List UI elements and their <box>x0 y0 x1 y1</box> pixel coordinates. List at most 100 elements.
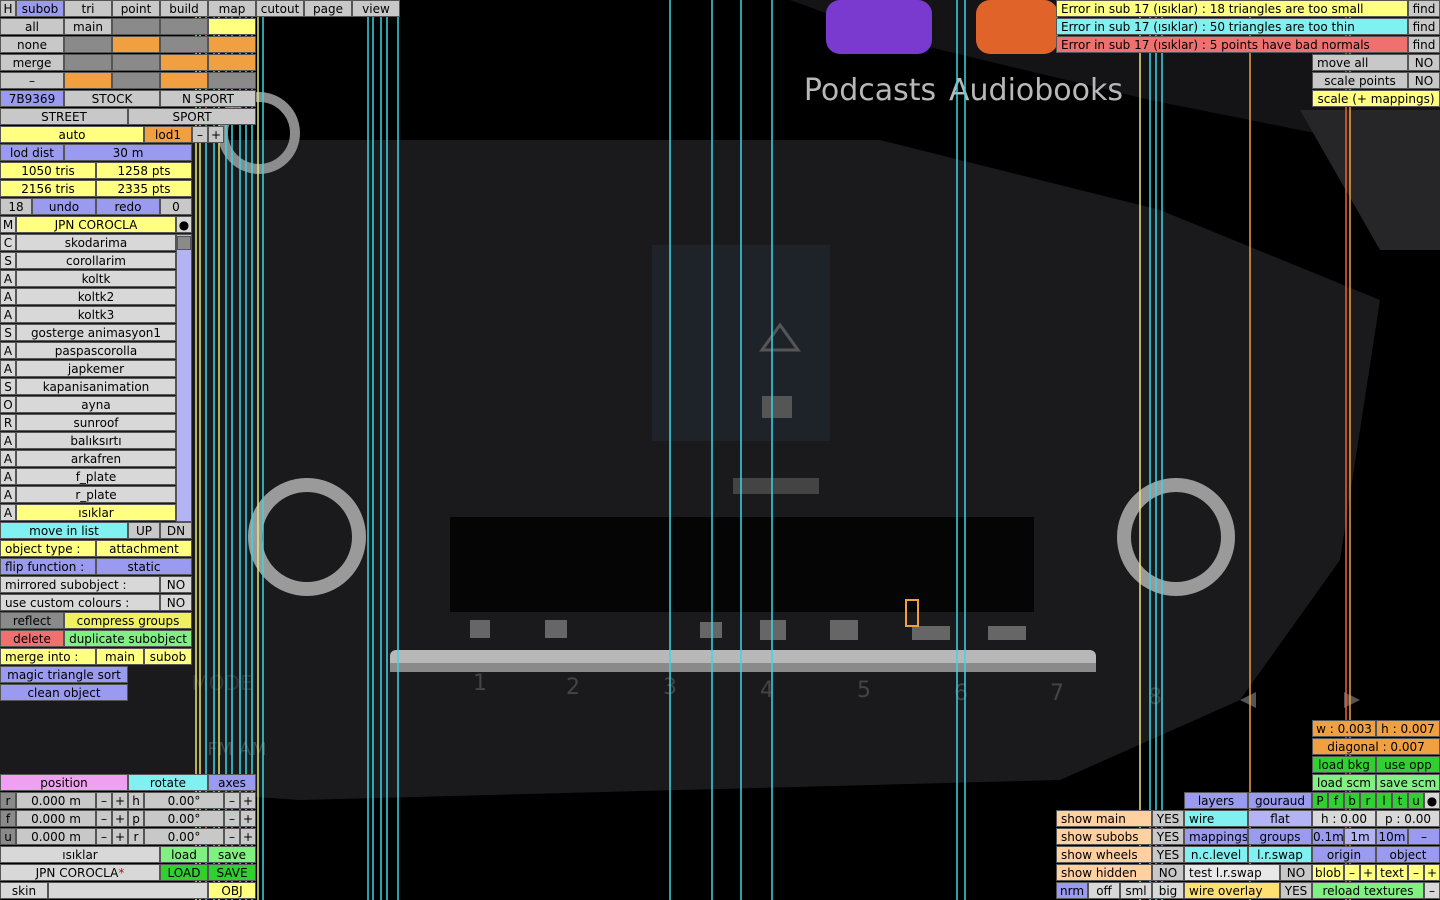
axes-button[interactable]: axes <box>208 774 256 791</box>
scale-points-toggle[interactable]: NO <box>1408 72 1440 89</box>
test-lr-swap-toggle[interactable]: NO <box>1280 864 1312 881</box>
menu-tab-subob[interactable]: subob <box>16 0 64 17</box>
view-dir-3[interactable]: r <box>1360 792 1376 809</box>
rotation-minus-button[interactable]: – <box>224 810 240 827</box>
origin-button[interactable]: origin <box>1312 846 1376 863</box>
lod-minus-button[interactable]: – <box>192 126 208 143</box>
blob-minus-button[interactable]: – <box>1344 864 1360 881</box>
menu-tab-map[interactable]: map <box>208 0 256 17</box>
color-cell[interactable] <box>208 54 256 71</box>
lod-plus-button[interactable]: + <box>208 126 224 143</box>
clean-object-button[interactable]: clean object <box>0 684 128 701</box>
menu-tab-view[interactable]: view <box>352 0 400 17</box>
test-lr-swap-button[interactable]: test l.r.swap <box>1184 864 1280 881</box>
menu-tab-page[interactable]: page <box>304 0 352 17</box>
position-plus-button[interactable]: + <box>112 828 128 845</box>
text-plus-button[interactable]: + <box>1424 864 1440 881</box>
move-up-button[interactable]: UP <box>128 522 160 539</box>
blob-button[interactable]: blob <box>1312 864 1344 881</box>
view-option-toggle[interactable]: YES <box>1152 828 1184 845</box>
list-item[interactable]: ayna <box>16 396 176 413</box>
menu-tab-build[interactable]: build <box>160 0 208 17</box>
rotation-minus-button[interactable]: – <box>224 792 240 809</box>
menu-tab-point[interactable]: point <box>112 0 160 17</box>
save-scm-button[interactable]: save scm <box>1376 774 1440 791</box>
select-merge-button[interactable]: merge <box>0 54 64 71</box>
position-plus-button[interactable]: + <box>112 792 128 809</box>
load-subobject-button[interactable]: load <box>160 846 208 863</box>
color-cell[interactable] <box>208 72 256 89</box>
gouraud-button[interactable]: gouraud <box>1248 792 1312 809</box>
list-item[interactable]: paspascorolla <box>16 342 176 359</box>
save-object-button[interactable]: SAVE <box>208 864 256 881</box>
move-all-button[interactable]: move all <box>1312 54 1408 71</box>
reflect-button[interactable]: reflect <box>0 612 64 629</box>
step-01m-button[interactable]: 0.1m <box>1312 828 1344 845</box>
blob-plus-button[interactable]: + <box>1360 864 1376 881</box>
lod-auto-button[interactable]: auto <box>0 126 144 143</box>
color-cell[interactable] <box>112 72 160 89</box>
list-item[interactable]: gosterge animasyon1 <box>16 324 176 341</box>
rotation-value[interactable]: 0.00° <box>144 828 224 845</box>
reload-textures-button[interactable]: reload textures <box>1312 882 1424 899</box>
position-minus-button[interactable]: – <box>96 828 112 845</box>
sport-button[interactable]: SPORT <box>128 108 256 125</box>
list-item[interactable]: kapanisanimation <box>16 378 176 395</box>
position-value[interactable]: 0.000 m <box>16 810 96 827</box>
redo-button[interactable]: redo <box>96 198 160 215</box>
position-minus-button[interactable]: – <box>96 810 112 827</box>
error-find-button[interactable]: find <box>1408 36 1440 53</box>
rotation-value[interactable]: 0.00° <box>144 810 224 827</box>
list-header-name[interactable]: JPN COROCLA <box>16 216 176 233</box>
color-cell[interactable] <box>64 36 112 53</box>
error-find-button[interactable]: find <box>1408 18 1440 35</box>
color-cell[interactable] <box>64 72 112 89</box>
duplicate-subobject-button[interactable]: duplicate subobject <box>64 630 192 647</box>
load-object-button[interactable]: LOAD <box>160 864 208 881</box>
list-item[interactable]: japkemer <box>16 360 176 377</box>
view-dir-2[interactable]: b <box>1344 792 1360 809</box>
street-button[interactable]: STREET <box>0 108 128 125</box>
skin-field[interactable] <box>48 882 208 899</box>
obj-button[interactable]: OBJ <box>208 882 256 899</box>
color-cell[interactable] <box>208 18 256 35</box>
save-subobject-button[interactable]: save <box>208 846 256 863</box>
color-cell[interactable] <box>160 36 208 53</box>
rotation-plus-button[interactable]: + <box>240 792 256 809</box>
nsport-button[interactable]: N SPORT <box>160 90 256 107</box>
step-minus-button[interactable]: – <box>1408 828 1440 845</box>
list-item[interactable]: f_plate <box>16 468 176 485</box>
layers-button[interactable]: layers <box>1184 792 1248 809</box>
text-minus-button[interactable]: – <box>1408 864 1424 881</box>
wire-overlay-toggle[interactable]: YES <box>1280 882 1312 899</box>
load-scm-button[interactable]: load scm <box>1312 774 1376 791</box>
text-button[interactable]: text <box>1376 864 1408 881</box>
color-cell[interactable] <box>112 54 160 71</box>
groups-button[interactable]: groups <box>1248 828 1312 845</box>
magic-triangle-sort-button[interactable]: magic triangle sort <box>0 666 128 683</box>
nrm-button[interactable]: nrm <box>1056 882 1088 899</box>
big-button[interactable]: big <box>1152 882 1184 899</box>
lod-select[interactable]: lod1 <box>144 126 192 143</box>
list-item[interactable]: koltk2 <box>16 288 176 305</box>
move-all-toggle[interactable]: NO <box>1408 54 1440 71</box>
position-value[interactable]: 0.000 m <box>16 828 96 845</box>
mirrored-toggle[interactable]: NO <box>160 576 192 593</box>
reload-minus-button[interactable]: – <box>1424 882 1440 899</box>
scroll-thumb[interactable] <box>177 236 191 250</box>
list-item[interactable]: ısıklar <box>16 504 176 521</box>
select-dash-button[interactable]: – <box>0 72 64 89</box>
compress-groups-button[interactable]: compress groups <box>64 612 192 629</box>
lod-dist-value[interactable]: 30 m <box>64 144 192 161</box>
merge-main-button[interactable]: main <box>96 648 144 665</box>
wire-overlay-button[interactable]: wire overlay <box>1184 882 1280 899</box>
list-item[interactable]: corollarim <box>16 252 176 269</box>
menu-tab-tri[interactable]: tri <box>64 0 112 17</box>
list-item[interactable]: sunroof <box>16 414 176 431</box>
list-scrollbar[interactable] <box>176 234 192 522</box>
list-item[interactable]: arkafren <box>16 450 176 467</box>
stock-button[interactable]: STOCK <box>64 90 160 107</box>
view-option-toggle[interactable]: NO <box>1152 864 1184 881</box>
color-cell[interactable] <box>208 36 256 53</box>
rotation-plus-button[interactable]: + <box>240 810 256 827</box>
